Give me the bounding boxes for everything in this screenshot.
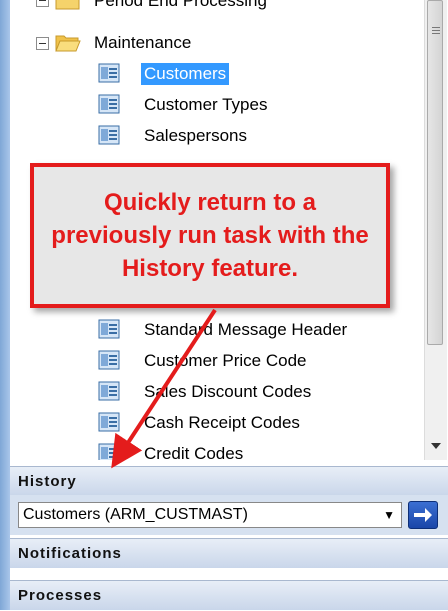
task-icon (98, 443, 120, 460)
notifications-header[interactable]: Notifications (10, 538, 448, 568)
tree-item-label: Customer Price Code (144, 351, 307, 370)
tree-item-customer-price-code[interactable]: Customer Price Code (10, 346, 420, 376)
tree-item-credit-codes[interactable]: Credit Codes (10, 439, 420, 460)
collapse-toggle-icon[interactable] (36, 37, 49, 50)
triangle-down-icon (431, 443, 441, 449)
scroll-down-button[interactable] (425, 435, 447, 457)
tree-item-label: Salespersons (144, 126, 248, 145)
callout-box: Quickly return to a previously run task … (30, 163, 390, 308)
tree-item-label: Cash Receipt Codes (144, 413, 300, 432)
task-icon (98, 350, 120, 370)
history-selected-task: Customers (ARM_CUSTMAST) (23, 506, 248, 523)
scrollbar-thumb[interactable] (427, 0, 443, 345)
task-icon (98, 94, 120, 114)
task-icon (98, 412, 120, 432)
task-icon (98, 125, 120, 145)
tree-item-label: Customer Types (144, 95, 268, 114)
history-header[interactable]: History (10, 466, 448, 496)
tree-item-label: Standard Message Header (144, 320, 348, 339)
grip-icon (432, 30, 440, 31)
tree-item-sales-discount-codes[interactable]: Sales Discount Codes (10, 377, 420, 407)
tree-item-label: Credit Codes (144, 444, 244, 460)
left-edge-strip (0, 0, 10, 610)
tree-item-salespersons[interactable]: Salespersons (10, 121, 420, 151)
tree-item-customers[interactable]: Customers (10, 59, 420, 89)
task-icon (98, 319, 120, 339)
folder-icon (55, 0, 80, 10)
go-to-task-button[interactable] (408, 501, 438, 529)
tree-item-cash-receipt-codes[interactable]: Cash Receipt Codes (10, 408, 420, 438)
grip-icon (432, 27, 440, 28)
collapse-toggle-icon[interactable] (36, 0, 49, 7)
tree-item-label: Maintenance (94, 33, 192, 52)
arrow-right-icon (414, 508, 432, 522)
tree-item-label: Period End Processing (94, 0, 267, 10)
tree-item-customer-types[interactable]: Customer Types (10, 90, 420, 120)
processes-header[interactable]: Processes (10, 580, 448, 610)
callout-text: Quickly return to a previously run task … (51, 189, 369, 282)
task-icon (98, 63, 120, 83)
tree-item-period-end-processing[interactable]: Period End Processing (10, 0, 420, 16)
tree-scrollbar[interactable] (424, 0, 447, 460)
tree-item-label: Customers (141, 63, 230, 85)
tree-item-maintenance[interactable]: Maintenance (10, 28, 420, 58)
history-dropdown[interactable]: Customers (ARM_CUSTMAST) ▼ (18, 502, 402, 528)
task-icon (98, 381, 120, 401)
tree-item-label: Sales Discount Codes (144, 382, 312, 401)
grip-icon (432, 33, 440, 34)
folder-open-icon (55, 35, 81, 52)
history-panel: Customers (ARM_CUSTMAST) ▼ (10, 495, 448, 535)
chevron-down-icon[interactable]: ▼ (383, 503, 395, 527)
tree-item-standard-message-header[interactable]: Standard Message Header (10, 315, 420, 345)
